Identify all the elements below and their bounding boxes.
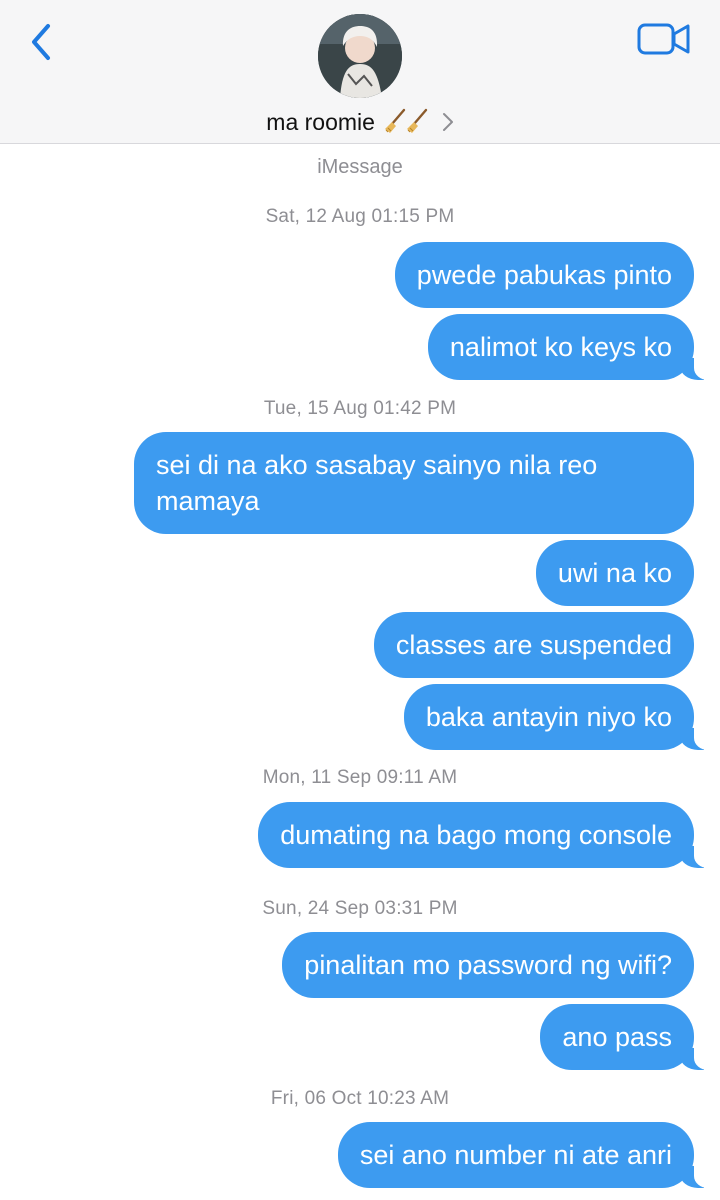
timestamp: Mon, 11 Sep 09:11 AM xyxy=(262,767,458,788)
timestamp: Sun, 24 Sep 03:31 PM xyxy=(262,898,458,919)
video-call-button[interactable] xyxy=(636,20,692,60)
conversation-header: ma roomie xyxy=(0,0,720,144)
chevron-right-icon xyxy=(442,113,453,131)
service-label: iMessage xyxy=(317,156,403,178)
message-bubble[interactable]: dumating na bago mong console xyxy=(258,802,720,868)
message-bubble[interactable]: sei ano number ni ate anri xyxy=(337,1122,720,1188)
message-bubble[interactable]: pinalitan mo password ng wifi? xyxy=(282,932,694,998)
message-bubble[interactable]: uwi na ko xyxy=(535,540,694,606)
message-bubble[interactable]: sei di na ako sasabay sainyo nila reo ma… xyxy=(134,432,694,534)
message-bubble[interactable]: classes are suspended xyxy=(373,612,694,678)
broom-icon xyxy=(385,108,428,133)
timestamp: Sat, 12 Aug 01:15 PM xyxy=(265,206,455,227)
back-button[interactable] xyxy=(22,20,62,66)
timestamp: Fri, 06 Oct 10:23 AM xyxy=(270,1088,450,1109)
message-bubble[interactable]: baka antayin niyo ko xyxy=(403,684,720,750)
message-bubble[interactable]: nalimot ko keys ko xyxy=(427,314,720,380)
contact-name-row: ma roomie xyxy=(250,108,470,136)
avatar xyxy=(318,14,402,98)
video-camera-icon xyxy=(637,23,690,55)
contact-name: ma roomie xyxy=(266,109,375,135)
contact-details-button[interactable]: ma roomie xyxy=(250,14,470,140)
message-bubble[interactable]: ano pass xyxy=(540,1004,720,1070)
chevron-left-icon xyxy=(32,24,50,60)
message-bubble[interactable]: pwede pabukas pinto xyxy=(394,242,694,308)
timestamp: Tue, 15 Aug 01:42 PM xyxy=(263,398,457,419)
